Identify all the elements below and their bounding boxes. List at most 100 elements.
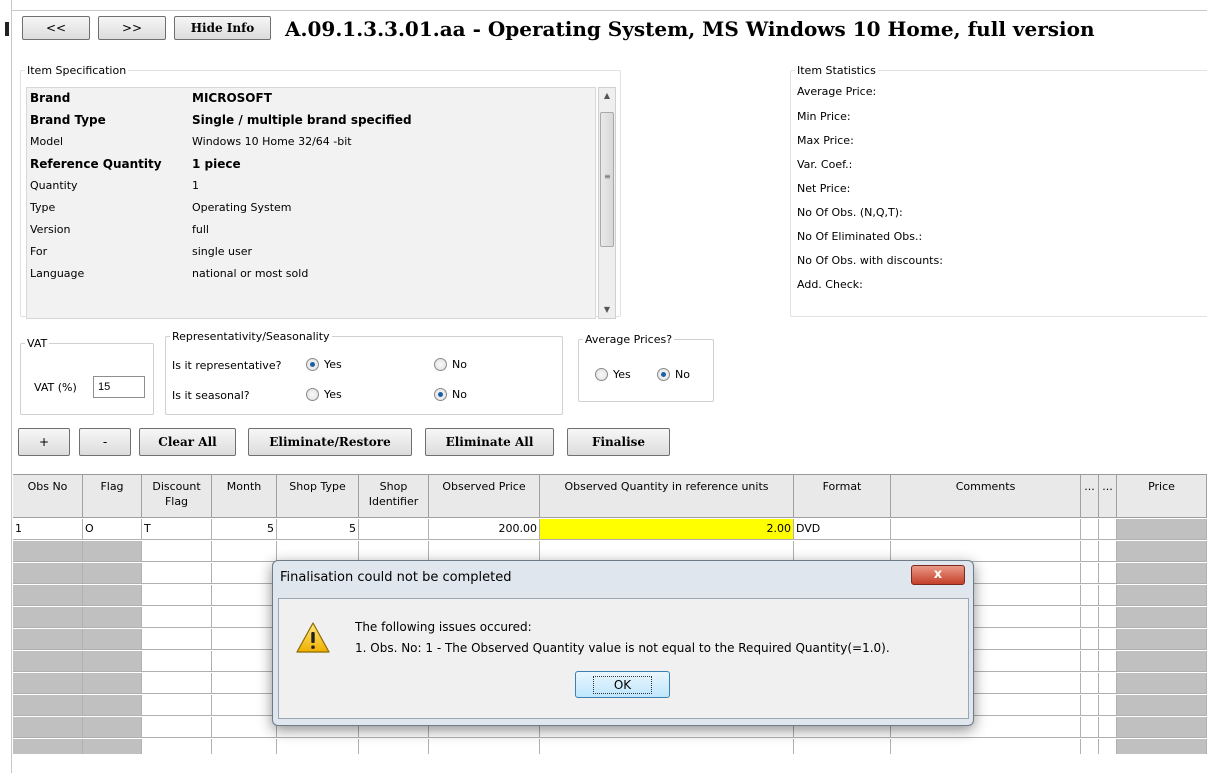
empty-cell[interactable] xyxy=(891,739,1081,754)
cell-month[interactable]: 5 xyxy=(212,519,277,540)
empty-cell[interactable] xyxy=(142,695,212,716)
empty-cell[interactable] xyxy=(142,629,212,650)
empty-cell[interactable] xyxy=(1099,739,1117,754)
col-header-month[interactable]: Month xyxy=(212,475,277,518)
empty-cell[interactable] xyxy=(212,717,277,738)
previous-button[interactable]: << xyxy=(22,16,90,40)
average-prices-yes-radio[interactable]: Yes xyxy=(595,368,631,381)
finalise-button[interactable]: Finalise xyxy=(567,428,670,456)
col-header-obs-no[interactable]: Obs No xyxy=(13,475,83,518)
empty-cell[interactable] xyxy=(1099,673,1117,694)
cell-flag[interactable]: O xyxy=(83,519,142,540)
cell-format[interactable]: DVD xyxy=(794,519,891,540)
empty-cell[interactable] xyxy=(1081,585,1099,606)
cell-observed-quantity[interactable]: 2.00 xyxy=(540,519,794,540)
col-header-extra-1[interactable]: ... xyxy=(1081,475,1099,518)
hide-info-button[interactable]: Hide Info xyxy=(174,16,271,40)
col-header-discount-flag[interactable]: Discount Flag xyxy=(142,475,212,518)
cell-comments[interactable] xyxy=(891,519,1081,540)
empty-cell[interactable] xyxy=(212,695,277,716)
scroll-down-icon[interactable]: ▼ xyxy=(599,302,615,318)
empty-cell[interactable] xyxy=(142,563,212,584)
empty-cell[interactable] xyxy=(212,563,277,584)
col-header-format[interactable]: Format xyxy=(794,475,891,518)
empty-cell[interactable] xyxy=(1081,607,1099,628)
empty-cell[interactable] xyxy=(359,739,429,754)
empty-cell[interactable] xyxy=(1099,585,1117,606)
empty-cell[interactable] xyxy=(429,739,540,754)
empty-cell[interactable] xyxy=(212,607,277,628)
remove-row-button[interactable]: - xyxy=(79,428,131,456)
empty-cell[interactable] xyxy=(429,541,540,562)
cell-observed-price[interactable]: 200.00 xyxy=(429,519,540,540)
empty-cell[interactable] xyxy=(142,607,212,628)
empty-cell[interactable] xyxy=(277,739,359,754)
empty-cell[interactable] xyxy=(142,673,212,694)
empty-cell[interactable] xyxy=(540,739,794,754)
cell-discount-flag[interactable]: T xyxy=(142,519,212,540)
empty-cell[interactable] xyxy=(142,541,212,562)
empty-cell[interactable] xyxy=(1081,651,1099,672)
empty-cell[interactable] xyxy=(142,585,212,606)
seasonal-no-radio[interactable]: No xyxy=(434,388,467,401)
next-button[interactable]: >> xyxy=(98,16,166,40)
empty-cell[interactable] xyxy=(212,541,277,562)
empty-cell[interactable] xyxy=(142,651,212,672)
cell-extra-1[interactable] xyxy=(1081,519,1099,540)
empty-cell[interactable] xyxy=(212,585,277,606)
empty-cell[interactable] xyxy=(1099,651,1117,672)
cell-obs-no[interactable]: 1 xyxy=(13,519,83,540)
empty-cell[interactable] xyxy=(1081,541,1099,562)
col-header-observed-price[interactable]: Observed Price xyxy=(429,475,540,518)
empty-cell[interactable] xyxy=(212,651,277,672)
col-header-extra-2[interactable]: ... xyxy=(1099,475,1117,518)
empty-cell[interactable] xyxy=(1081,717,1099,738)
empty-cell[interactable] xyxy=(212,739,277,754)
add-row-button[interactable]: + xyxy=(18,428,70,456)
empty-cell[interactable] xyxy=(1081,629,1099,650)
col-header-price[interactable]: Price xyxy=(1117,475,1207,518)
vat-input[interactable] xyxy=(93,376,145,398)
seasonal-yes-radio[interactable]: Yes xyxy=(306,388,342,401)
empty-cell[interactable] xyxy=(212,673,277,694)
empty-cell[interactable] xyxy=(1099,563,1117,584)
empty-cell[interactable] xyxy=(212,629,277,650)
col-header-comments[interactable]: Comments xyxy=(891,475,1081,518)
col-header-shop-identifier[interactable]: Shop Identifier xyxy=(359,475,429,518)
empty-cell[interactable] xyxy=(1081,739,1099,754)
representative-no-radio[interactable]: No xyxy=(434,358,467,371)
empty-cell[interactable] xyxy=(1099,541,1117,562)
empty-cell[interactable] xyxy=(794,541,891,562)
empty-cell[interactable] xyxy=(1081,695,1099,716)
average-prices-no-radio[interactable]: No xyxy=(657,368,690,381)
empty-cell[interactable] xyxy=(794,739,891,754)
empty-cell[interactable] xyxy=(540,541,794,562)
empty-cell[interactable] xyxy=(1099,629,1117,650)
col-header-shop-type[interactable]: Shop Type xyxy=(277,475,359,518)
empty-cell[interactable] xyxy=(1081,673,1099,694)
scroll-thumb[interactable]: ≡ xyxy=(600,112,614,247)
eliminate-restore-button[interactable]: Eliminate/Restore xyxy=(248,428,412,456)
stat-min-price: Min Price: xyxy=(797,110,851,123)
empty-cell[interactable] xyxy=(359,541,429,562)
empty-cell[interactable] xyxy=(1099,717,1117,738)
empty-cell[interactable] xyxy=(277,541,359,562)
dialog-ok-button[interactable]: OK xyxy=(575,671,670,698)
empty-cell[interactable] xyxy=(1099,607,1117,628)
cell-shop-identifier[interactable] xyxy=(359,519,429,540)
empty-cell[interactable] xyxy=(1081,563,1099,584)
empty-cell[interactable] xyxy=(891,541,1081,562)
spec-scrollbar[interactable]: ▲ ≡ ▼ xyxy=(598,87,616,319)
representative-yes-radio[interactable]: Yes xyxy=(306,358,342,371)
eliminate-all-button[interactable]: Eliminate All xyxy=(425,428,554,456)
scroll-up-icon[interactable]: ▲ xyxy=(599,88,615,104)
cell-extra-2[interactable] xyxy=(1099,519,1117,540)
cell-shop-type[interactable]: 5 xyxy=(277,519,359,540)
empty-cell[interactable] xyxy=(142,739,212,754)
col-header-observed-quantity[interactable]: Observed Quantity in reference units xyxy=(540,475,794,518)
empty-cell[interactable] xyxy=(142,717,212,738)
clear-all-button[interactable]: Clear All xyxy=(139,428,236,456)
col-header-flag[interactable]: Flag xyxy=(83,475,142,518)
empty-cell[interactable] xyxy=(1099,695,1117,716)
dialog-close-button[interactable]: x xyxy=(911,565,965,585)
